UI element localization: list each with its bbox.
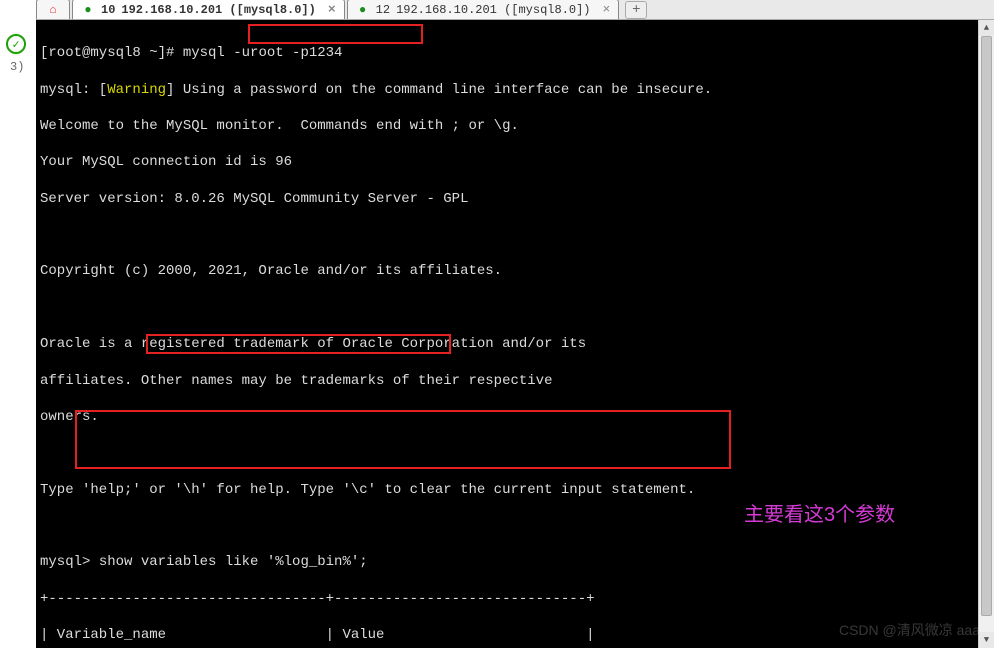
sql-query: show variables like '%log_bin%';	[99, 554, 368, 570]
shell-command: mysql -uroot -p1234	[183, 45, 343, 61]
tab-id: 10	[101, 3, 115, 17]
terminal-output[interactable]: [root@mysql8 ~]# mysql -uroot -p1234 mys…	[36, 20, 994, 648]
bullet-icon: ●	[356, 3, 370, 17]
watermark: CSDN @清风微凉 aaa	[839, 620, 980, 640]
annotation-text: 主要看这3个参数	[744, 498, 895, 527]
scrollbar[interactable]: ▲ ▼	[978, 20, 994, 648]
tab-id: 12	[376, 3, 390, 17]
server-version-line: Server version: 8.0.26 MySQL Community S…	[40, 190, 990, 208]
check-icon: ✓	[6, 34, 26, 54]
gutter-text: 3)	[10, 60, 24, 74]
oracle-line-2: affiliates. Other names may be trademark…	[40, 372, 990, 390]
tab-label: 192.168.10.201 ([mysql8.0])	[396, 3, 590, 17]
scroll-down-icon[interactable]: ▼	[979, 632, 994, 648]
tab-bar: ⌂ ● 10 192.168.10.201 ([mysql8.0]) × ● 1…	[36, 0, 994, 20]
oracle-line-1: Oracle is a registered trademark of Orac…	[40, 335, 990, 353]
home-icon: ⌂	[46, 3, 60, 17]
tab-session-2[interactable]: ● 12 192.168.10.201 ([mysql8.0]) ×	[347, 0, 620, 19]
welcome-line: Welcome to the MySQL monitor. Commands e…	[40, 117, 990, 135]
scroll-thumb[interactable]	[981, 36, 992, 616]
help-line: Type 'help;' or '\h' for help. Type '\c'…	[40, 481, 990, 499]
table-border: +---------------------------------+-----…	[40, 590, 990, 608]
warning-rest: ] Using a password on the command line i…	[166, 82, 712, 98]
bullet-icon: ●	[81, 3, 95, 17]
shell-prompt: [root@mysql8 ~]#	[40, 45, 183, 61]
tab-label: 192.168.10.201 ([mysql8.0])	[121, 3, 315, 17]
editor-gutter: ✓ 3)	[0, 0, 36, 648]
close-icon[interactable]: ×	[603, 2, 611, 17]
oracle-line-3: owners.	[40, 408, 990, 426]
close-icon[interactable]: ×	[328, 2, 336, 17]
mysql-prefix: mysql: [	[40, 82, 107, 98]
tab-session-1[interactable]: ● 10 192.168.10.201 ([mysql8.0]) ×	[72, 0, 345, 19]
scroll-up-icon[interactable]: ▲	[979, 20, 994, 36]
copyright-line: Copyright (c) 2000, 2021, Oracle and/or …	[40, 262, 990, 280]
tab-home[interactable]: ⌂	[36, 0, 70, 19]
warning-label: Warning	[107, 82, 166, 98]
add-tab-button[interactable]: +	[625, 1, 647, 19]
mysql-prompt: mysql>	[40, 554, 99, 570]
connection-id-line: Your MySQL connection id is 96	[40, 153, 990, 171]
